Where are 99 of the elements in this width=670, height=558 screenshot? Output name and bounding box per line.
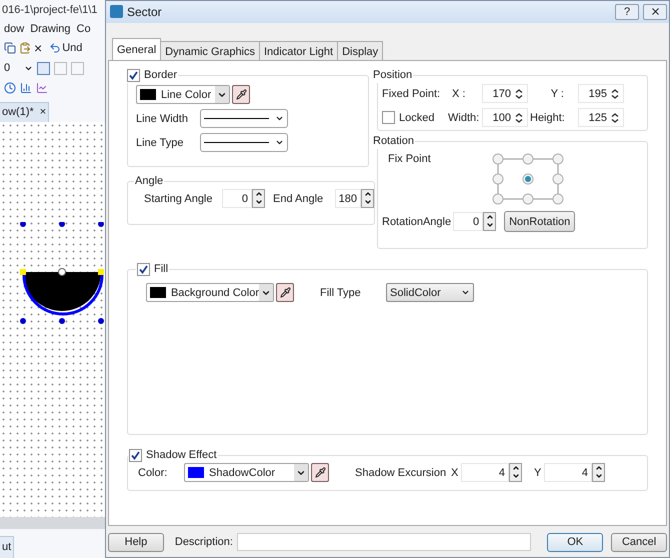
help-button[interactable]: Help — [108, 532, 164, 552]
height-label: Height: — [530, 110, 566, 126]
spinner-buttons[interactable] — [592, 463, 605, 482]
radio-button[interactable] — [522, 194, 534, 205]
eyedropper-icon — [236, 89, 246, 100]
number-field[interactable]: 180 — [335, 189, 361, 208]
spinner-arrows-icon — [610, 88, 620, 100]
radio-button[interactable] — [522, 154, 534, 165]
angle-title: Angle — [135, 174, 164, 187]
bar-chart-icon[interactable] — [20, 82, 32, 94]
spinner-arrows-icon — [514, 88, 524, 100]
locked-label: Locked — [399, 110, 434, 126]
fixed-point-label: Fixed Point: — [382, 86, 442, 102]
picker-button[interactable] — [276, 283, 294, 302]
radio-button[interactable] — [492, 194, 504, 205]
radio-button[interactable] — [552, 194, 564, 205]
document-tab[interactable]: ow(1)* × — [0, 102, 50, 122]
radio-button[interactable] — [552, 154, 564, 165]
undo-button[interactable]: Und — [49, 40, 82, 56]
menu-item[interactable]: Drawing — [30, 20, 71, 38]
zoom-value: 0 — [4, 60, 10, 76]
app-icon — [110, 5, 123, 18]
copy-icon[interactable] — [4, 42, 16, 54]
line-sample-icon — [204, 118, 269, 120]
line-type-label: Line Type — [136, 136, 185, 151]
number-field[interactable]: 100 — [482, 108, 528, 128]
number-field[interactable]: 0 — [453, 212, 484, 232]
end-angle-label: End Angle — [273, 192, 324, 207]
picker-button[interactable] — [232, 85, 250, 104]
tab[interactable]: Dynamic Graphics — [160, 40, 260, 60]
close-icon — [650, 6, 660, 18]
spinner-arrows-icon — [610, 112, 620, 124]
fill-type-dropdown[interactable]: SolidColor — [386, 283, 474, 302]
y-label: Y : — [550, 86, 565, 102]
color-dropdown[interactable]: Line Color — [136, 85, 230, 104]
tab[interactable]: Indicator Light — [259, 40, 338, 60]
number-field[interactable]: 125 — [578, 108, 624, 128]
menu-item[interactable]: Co — [76, 20, 91, 38]
checkbox[interactable] — [382, 111, 395, 124]
number-field[interactable]: 4 — [544, 463, 592, 482]
delete-button[interactable]: × — [34, 38, 42, 58]
line-sample-icon — [204, 142, 269, 144]
color-dropdown[interactable]: Background Color — [146, 283, 274, 302]
rotation-angle-label: RotationAngle — [382, 214, 452, 230]
close-button[interactable] — [643, 4, 667, 20]
width-label: Width: — [448, 110, 480, 126]
shadow-effect-label: Shadow Effect — [146, 448, 217, 463]
spinner-buttons[interactable] — [361, 189, 374, 208]
undo-icon — [49, 42, 62, 54]
line-width-label: Line Width — [136, 112, 189, 127]
spinner-buttons[interactable] — [252, 189, 265, 208]
fill-type-label: Fill Type — [320, 286, 362, 301]
window-title: 016-1\project-fe\1\1 — [2, 2, 98, 18]
description-field[interactable] — [236, 533, 532, 552]
number-field[interactable]: 0 — [222, 189, 252, 208]
y-label: Y — [534, 466, 542, 481]
paste-icon[interactable] — [19, 42, 31, 54]
tab[interactable]: Display — [337, 40, 384, 60]
bottom-tab[interactable]: ut — [0, 536, 14, 558]
radio-button[interactable] — [552, 174, 564, 185]
non-rotation-button[interactable]: NonRotation — [504, 211, 576, 232]
line-dropdown[interactable] — [200, 109, 288, 128]
line-dropdown[interactable] — [200, 133, 288, 152]
fill-label: Fill — [154, 262, 168, 277]
shadow-excursion-label: Shadow Excursion — [355, 466, 448, 481]
help-button[interactable]: ? — [615, 4, 639, 20]
description-label: Description: — [174, 534, 233, 550]
position-title: Position — [373, 68, 412, 81]
checkbox[interactable] — [129, 448, 142, 462]
spinner-buttons[interactable] — [509, 463, 522, 482]
cancel-button[interactable]: Cancel — [611, 532, 668, 552]
number-field[interactable]: 170 — [482, 84, 528, 104]
spinner-buttons[interactable] — [483, 212, 496, 232]
menu-item[interactable]: dow — [4, 20, 24, 38]
eyedropper-icon — [314, 467, 326, 478]
color-dropdown[interactable]: ShadowColor — [184, 463, 309, 482]
x-label: X — [451, 466, 460, 481]
shadow-color-label: Color: — [138, 466, 168, 481]
picker-button[interactable] — [311, 463, 329, 482]
layer-icon[interactable] — [37, 62, 50, 74]
checkbox[interactable] — [127, 68, 140, 82]
eyedropper-icon — [280, 287, 290, 298]
checkbox[interactable] — [137, 262, 150, 276]
spinner-arrows-icon — [514, 112, 524, 124]
number-field[interactable]: 4 — [461, 463, 509, 482]
tab[interactable]: General — [112, 38, 162, 60]
radio-button[interactable] — [492, 154, 504, 165]
starting-angle-label: Starting Angle — [144, 192, 214, 207]
line-chart-icon[interactable] — [36, 82, 48, 94]
number-field[interactable]: 195 — [578, 84, 624, 104]
x-label: X : — [452, 86, 466, 102]
fix-point-label: Fix Point — [387, 152, 432, 168]
radio-button[interactable] — [522, 174, 534, 185]
clock-icon[interactable] — [4, 82, 16, 94]
ok-button[interactable]: OK — [547, 532, 604, 552]
window-title: Sector — [127, 4, 162, 21]
border-label: Border — [144, 68, 178, 83]
rotation-title: Rotation — [373, 134, 414, 147]
radio-button[interactable] — [492, 174, 504, 185]
